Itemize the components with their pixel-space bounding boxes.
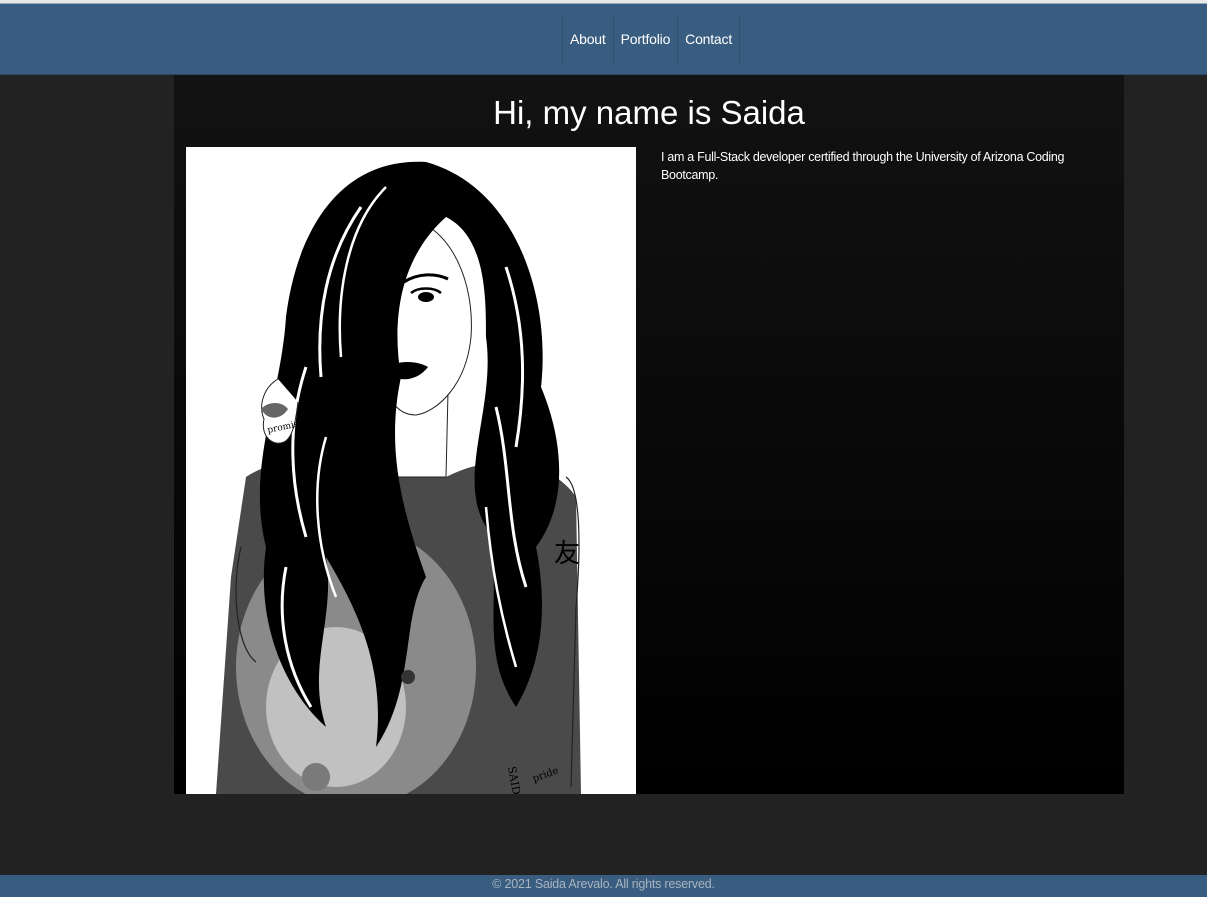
copyright-text: © 2021 Saida Arevalo. All rights reserve… [492,877,715,891]
page-title: Hi, my name is Saida [493,94,805,131]
nav-link-portfolio[interactable]: Portfolio [614,16,679,66]
tattoo-glyph: 友 [554,539,580,569]
nav-links: About Portfolio Contact [562,16,741,66]
footer: © 2021 Saida Arevalo. All rights reserve… [0,875,1207,897]
portrait-illustration: 友 SAIDA pride promise [186,147,636,794]
nav-link-about[interactable]: About [563,16,614,66]
nav-link-contact[interactable]: Contact [678,16,741,66]
about-section: Hi, my name is Saida 友 SAIDA pride promi… [174,75,1124,794]
navbar: About Portfolio Contact [0,4,1207,75]
portrait-drawing: 友 SAIDA pride promise [216,161,581,794]
bio-text: I am a Full-Stack developer certified th… [661,150,1065,182]
